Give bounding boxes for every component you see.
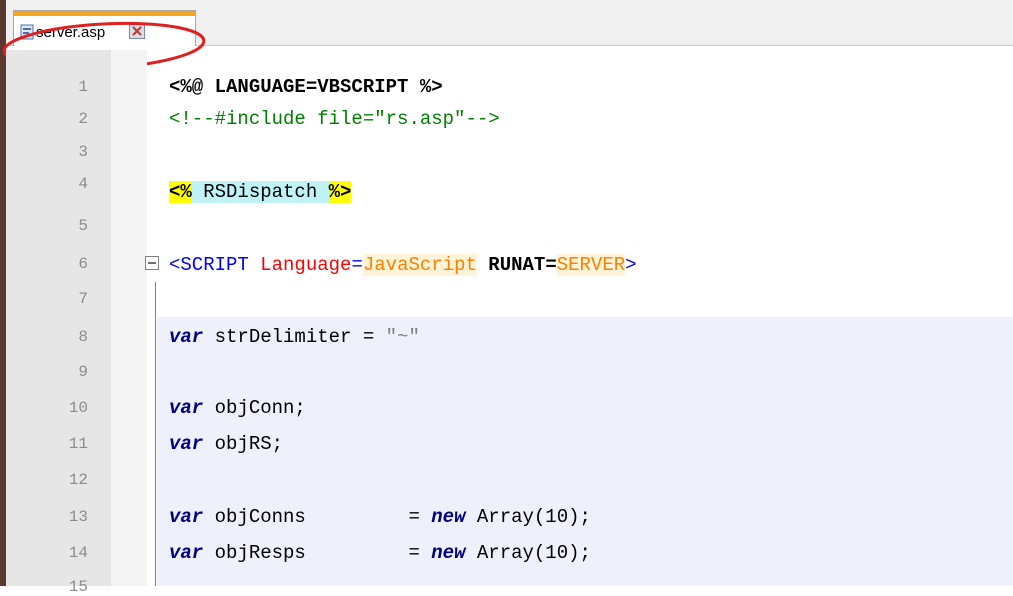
code-text: strDelimiter = <box>203 326 386 348</box>
attr-value-javascript: JavaScript <box>362 254 477 276</box>
line-number: 9 <box>78 363 88 381</box>
code-line-10[interactable]: var objConn; <box>169 396 306 420</box>
code-text: Array(10); <box>465 542 591 564</box>
keyword-var: var <box>169 542 204 564</box>
script-tag-close: > <box>625 254 637 276</box>
code-line-8[interactable]: var strDelimiter = "~" <box>169 325 420 349</box>
code-line-4[interactable]: <% RSDispatch %> <box>169 180 352 204</box>
line-number: 8 <box>78 328 88 346</box>
line-number: 12 <box>68 471 88 489</box>
line-number: 6 <box>78 255 88 273</box>
line-number: 3 <box>78 143 88 161</box>
fold-margin <box>111 50 147 586</box>
keyword-new: new <box>431 542 466 564</box>
attr-value-server: SERVER <box>556 254 626 276</box>
keyword-var: var <box>169 326 204 348</box>
keyword-var: var <box>169 433 204 455</box>
code-text: objResps = <box>203 542 432 564</box>
fold-guide-line <box>155 282 156 586</box>
code-line-6[interactable]: <SCRIPT Language=JavaScript RUNAT=SERVER… <box>169 253 637 277</box>
keyword-var: var <box>169 397 204 419</box>
line-number: 10 <box>68 399 88 417</box>
code-text: objConns = <box>203 506 432 528</box>
fold-collapse-icon[interactable] <box>145 256 159 270</box>
line-number: 15 <box>68 578 88 596</box>
code-line-11[interactable]: var objRS; <box>169 432 283 456</box>
code-text: objConn; <box>203 397 306 419</box>
equals-sign: = <box>351 254 363 276</box>
asp-block-text: RSDispatch <box>191 181 329 203</box>
code-text: objRS; <box>203 433 284 455</box>
asp-file-icon <box>20 24 34 40</box>
line-number: 1 <box>78 78 88 96</box>
asp-open-delimiter: <% <box>169 181 192 203</box>
line-number: 4 <box>78 175 88 193</box>
line-number: 2 <box>78 110 88 128</box>
active-tab-indicator <box>14 11 195 16</box>
asp-close-delimiter: %> <box>328 181 352 203</box>
attr-language: Language <box>248 254 352 276</box>
line-number: 14 <box>68 544 88 562</box>
equals-sign: = <box>545 254 557 276</box>
keyword-var: var <box>169 506 204 528</box>
line-number-gutter <box>6 50 111 586</box>
keyword-new: new <box>431 506 466 528</box>
line-number: 11 <box>68 435 88 453</box>
attr-runat: RUNAT <box>476 254 546 276</box>
code-line-2[interactable]: <!--#include file="rs.asp"--> <box>169 107 500 131</box>
code-line-14[interactable]: var objResps = new Array(10); <box>169 541 591 565</box>
code-line-1[interactable]: <%@ LANGUAGE=VBSCRIPT %> <box>169 75 443 99</box>
code-line-13[interactable]: var objConns = new Array(10); <box>169 505 591 529</box>
line-number: 13 <box>68 508 88 526</box>
script-tag-open: <SCRIPT <box>169 254 249 276</box>
tab-label: server.asp <box>36 24 106 41</box>
code-text: Array(10); <box>465 506 591 528</box>
close-tab-icon[interactable] <box>129 23 145 39</box>
line-number: 5 <box>78 217 88 235</box>
tab-server-asp[interactable]: server.asp <box>13 10 196 46</box>
string-literal: "~" <box>385 326 420 348</box>
line-number: 7 <box>78 290 88 308</box>
